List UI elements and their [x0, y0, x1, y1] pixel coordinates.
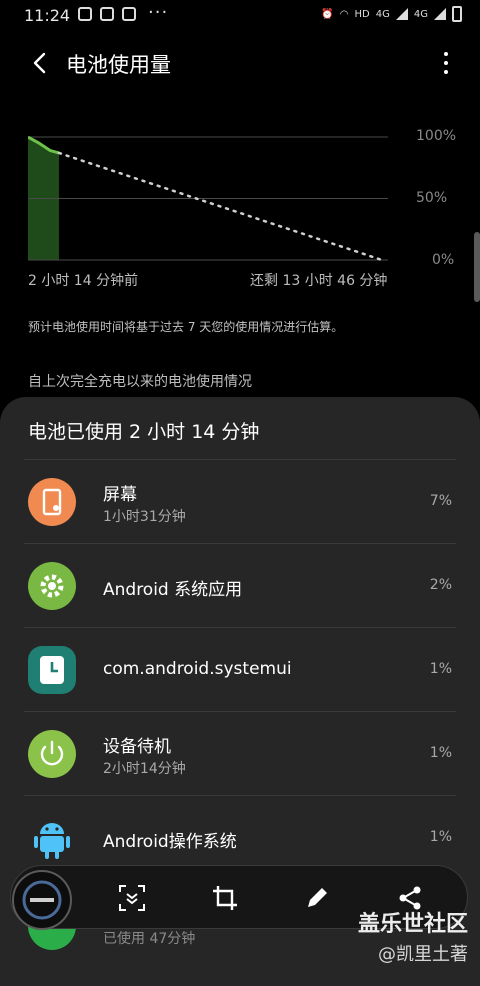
signal-icon-2 — [434, 8, 446, 20]
y-tick-0: 0% — [432, 252, 455, 268]
crop-icon[interactable] — [210, 883, 240, 913]
more-options-icon[interactable] — [442, 50, 450, 76]
list-item-label: com.android.systemui — [103, 659, 292, 679]
list-item-pct: 2% — [429, 577, 452, 593]
scroll-capture-icon[interactable] — [117, 883, 147, 913]
sim1-label: 4G — [375, 8, 390, 20]
list-item-label: 屏幕 — [103, 485, 137, 505]
gear-icon — [28, 562, 76, 610]
list-item-label: Android 系统应用 — [103, 580, 243, 600]
page-title: 电池使用量 — [66, 53, 171, 77]
y-tick-50: 50% — [416, 190, 448, 206]
screenshot-thumbnail[interactable] — [12, 870, 72, 930]
watermark-title: 盖乐世社区 — [357, 912, 468, 937]
x-end-label: 还剩 13 小时 46 分钟 — [250, 273, 388, 289]
list-item-systemui[interactable]: com.android.systemui 1% — [0, 628, 480, 712]
list-item-label: Android操作系统 — [103, 832, 237, 852]
status-time: 11:24 — [24, 6, 71, 25]
power-icon — [28, 730, 76, 778]
list-item-standby[interactable]: 设备待机 2小时14分钟 1% — [0, 712, 480, 796]
list-item-label: 设备待机 — [103, 737, 171, 757]
battery-icon — [452, 6, 462, 22]
list-item-pct: 1% — [429, 829, 452, 845]
scrollbar[interactable] — [474, 232, 480, 302]
screen-icon — [28, 478, 76, 526]
draw-icon[interactable] — [302, 883, 332, 913]
signal-icon — [395, 8, 408, 20]
list-item-sub: 2小时14分钟 — [103, 761, 186, 777]
y-tick-100: 100% — [416, 128, 457, 144]
list-item-pct: 1% — [429, 661, 452, 677]
list-item-sub: 已使用 47分钟 — [103, 931, 196, 947]
clock-icon — [28, 646, 76, 694]
list-item-pct: 7% — [429, 493, 452, 509]
net-label: HD — [354, 8, 370, 20]
list-item-pct: 1% — [429, 745, 452, 761]
notification-icons — [78, 7, 136, 21]
app-notification-icon — [100, 7, 114, 21]
system-status-icons: ⏰ ◠ HD 4G 4G — [321, 6, 462, 22]
sheet-title: 电池已使用 2 小时 14 分钟 — [28, 421, 260, 443]
sim2-label: 4G — [413, 8, 428, 20]
clipboard-icon — [122, 7, 136, 21]
alarm-icon: ⏰ — [321, 8, 334, 20]
list-item-screen[interactable]: 屏幕 1小时31分钟 7% — [0, 460, 480, 544]
more-notifications-icon: ··· — [148, 2, 169, 23]
android-icon — [28, 814, 76, 862]
list-item-android-system[interactable]: Android 系统应用 2% — [0, 544, 480, 628]
x-start-label: 2 小时 14 分钟前 — [28, 273, 139, 289]
list-item-sub: 1小时31分钟 — [103, 509, 186, 525]
status-bar: 11:24 ··· ⏰ ◠ HD 4G 4G — [0, 0, 480, 32]
section-header: 自上次完全充电以来的电池使用情况 — [28, 374, 252, 390]
gallery-icon — [78, 7, 92, 21]
series-projected-line — [57, 151, 384, 262]
wifi-icon: ◠ — [339, 8, 349, 20]
estimate-note: 预计电池使用时间将基于过去 7 天您的使用情况进行估算。 — [28, 320, 344, 334]
back-arrow-icon[interactable] — [26, 48, 56, 78]
battery-usage-chart — [28, 135, 388, 262]
watermark-author: @凯里土著 — [378, 944, 468, 965]
app-bar: 电池使用量 — [0, 40, 480, 86]
